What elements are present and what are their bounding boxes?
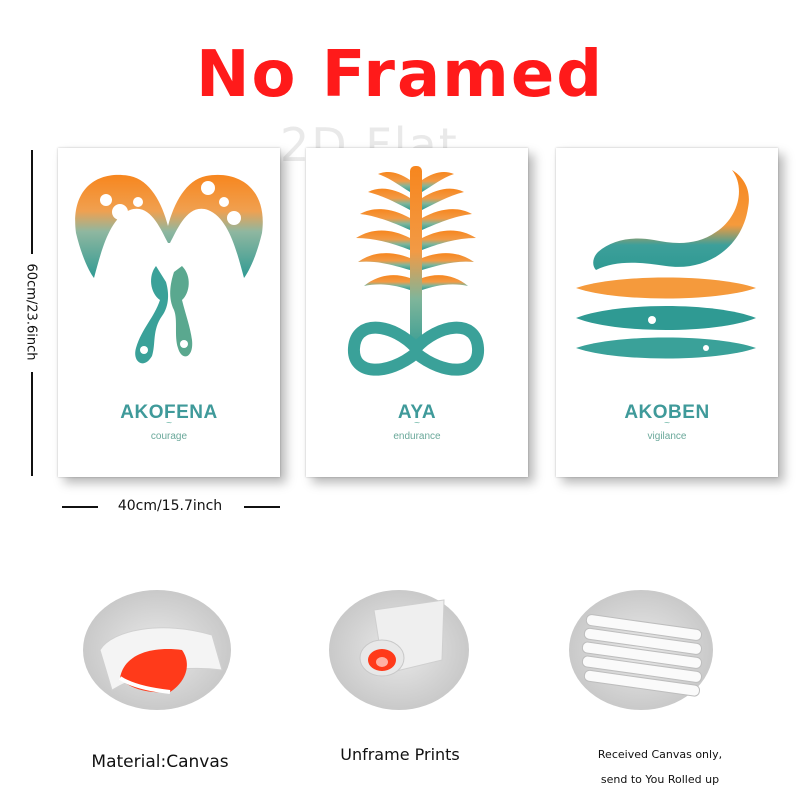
unframed-roll-photo-icon [329,590,469,710]
poster-subtitle: vigilance [647,431,687,442]
canvas-material-photo-icon [83,590,231,710]
poster-subtitle: endurance [393,431,441,442]
rolled-canvas-tubes-photo-icon [569,590,713,710]
tilde-divider-icon: ~ [414,418,420,429]
poster-akofena: AKOFENA ~ courage [58,148,280,477]
poster-akoben: AKOBEN ~ vigilance [556,148,778,477]
width-dimension-line-left [62,506,98,508]
received-canvas-caption: Received Canvas only, send to You Rolled… [560,742,760,792]
width-dimension-line-right [244,506,280,508]
poster-subtitle: courage [150,431,188,442]
akoben-horn-symbol-icon [576,170,756,359]
height-dimension-line-bottom [31,372,33,476]
tilde-divider-icon: ~ [166,418,172,429]
width-dimension-label: 40cm/15.7inch [117,498,223,514]
poster-aya: AYA ~ endurance [306,148,528,477]
material-canvas-caption: Material:Canvas [91,752,229,772]
unframe-prints-caption: Unframe Prints [340,745,460,764]
received-canvas-caption-line1: Received Canvas only, [597,748,723,761]
height-dimension-label: 60cm/23.6inch [23,263,39,361]
akofena-symbol-icon [75,174,263,364]
aya-fern-symbol-icon [348,166,484,376]
tilde-divider-icon: ~ [664,418,670,429]
received-canvas-caption-line2: send to You Rolled up [600,773,720,786]
no-framed-headline: No Framed [195,38,605,112]
height-dimension-line-top [31,150,33,254]
